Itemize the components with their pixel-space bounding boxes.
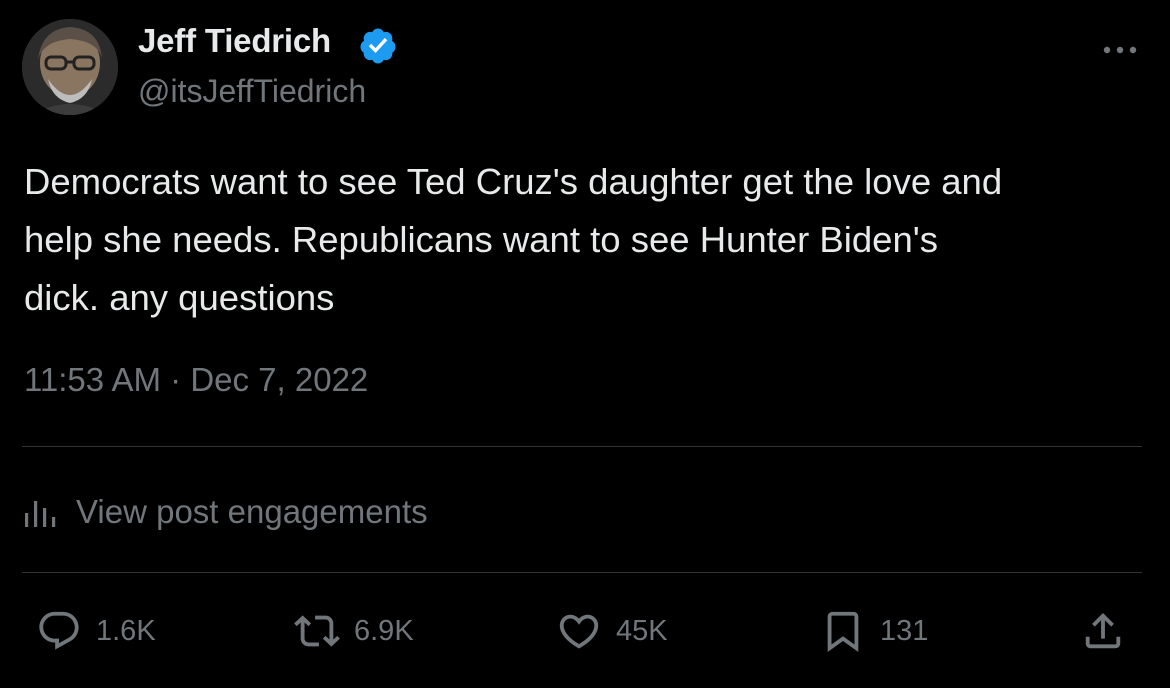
like-count: 45K xyxy=(616,614,668,647)
display-name[interactable]: Jeff Tiedrich xyxy=(138,22,331,60)
view-engagements-link[interactable]: View post engagements xyxy=(22,487,428,537)
like-button[interactable]: 45K xyxy=(556,606,668,656)
tweet-timestamp: 11:53 AM · Dec 7, 2022 xyxy=(24,361,368,399)
bookmark-icon xyxy=(827,611,859,652)
author-handle[interactable]: @itsJeffTiedrich xyxy=(138,73,366,110)
avatar[interactable] xyxy=(22,19,118,115)
bookmark-count: 131 xyxy=(880,614,929,647)
divider xyxy=(22,572,1142,573)
tweet-text: Democrats want to see Ted Cruz's daughte… xyxy=(24,153,1144,327)
avatar-image xyxy=(22,19,118,115)
repost-count: 6.9K xyxy=(354,614,414,647)
repost-arrows-icon xyxy=(294,615,340,647)
tweet-line: help she needs. Republicans want to see … xyxy=(24,219,938,260)
bookmark-button[interactable]: 131 xyxy=(820,606,928,656)
share-button[interactable] xyxy=(1080,606,1126,656)
tweet-line: Democrats want to see Ted Cruz's daughte… xyxy=(24,161,1003,202)
reply-bubble-icon xyxy=(39,611,79,650)
verified-badge-icon xyxy=(360,28,396,64)
share-upload-icon xyxy=(1085,612,1121,649)
bar-chart-icon xyxy=(25,501,56,527)
more-dots-icon[interactable] xyxy=(1100,40,1140,60)
meta-separator: · xyxy=(170,361,182,398)
tweet-date[interactable]: Dec 7, 2022 xyxy=(190,361,368,398)
heart-icon xyxy=(559,614,599,649)
repost-button[interactable]: 6.9K xyxy=(294,606,414,656)
reply-button[interactable]: 1.6K xyxy=(36,606,156,656)
tweet-time[interactable]: 11:53 AM xyxy=(24,361,161,398)
reply-count: 1.6K xyxy=(96,614,156,647)
tweet-line: dick. any questions xyxy=(24,277,335,318)
divider xyxy=(22,446,1142,447)
view-engagements-label: View post engagements xyxy=(76,493,428,530)
